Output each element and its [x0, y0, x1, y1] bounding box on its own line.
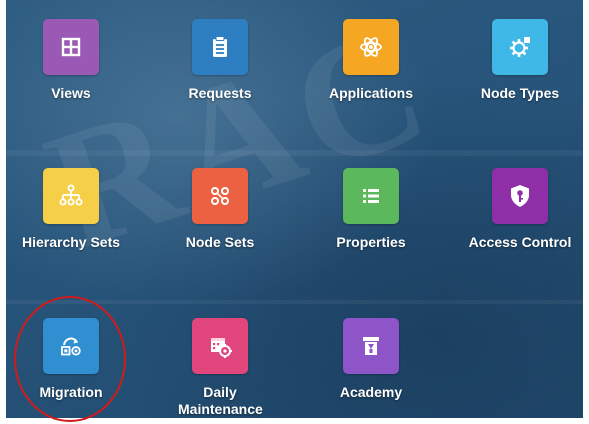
tile-node-types-label[interactable]: Node Types [460, 85, 580, 102]
calendar-gear-icon [211, 338, 232, 358]
tile-hierarchy-sets-label[interactable]: Hierarchy Sets [11, 234, 131, 251]
tile-node-types-icon-box[interactable] [492, 19, 548, 75]
clipboard-icon [213, 36, 227, 57]
tile-node-sets-icon-box[interactable] [192, 168, 248, 224]
tile-requests-icon-box[interactable] [192, 19, 248, 75]
tile-academy[interactable]: Academy [311, 318, 431, 401]
tile-applications-icon-box[interactable] [343, 19, 399, 75]
grid-icon [61, 37, 81, 57]
tile-views-label[interactable]: Views [11, 85, 131, 102]
shield-key-icon [511, 185, 529, 207]
tile-properties-icon-box[interactable] [343, 168, 399, 224]
tile-migration[interactable]: Migration [11, 318, 131, 401]
academy-icon [363, 337, 379, 355]
tile-node-sets-label[interactable]: Node Sets [160, 234, 280, 251]
tile-requests[interactable]: Requests [160, 19, 280, 102]
tile-properties-label[interactable]: Properties [311, 234, 431, 251]
tile-migration-label[interactable]: Migration [11, 384, 131, 401]
hierarchy-icon [59, 184, 83, 206]
tile-node-types[interactable]: Node Types [460, 19, 580, 102]
tile-hierarchy-sets-icon-box[interactable] [43, 168, 99, 224]
migration-icon [61, 337, 81, 356]
tile-migration-icon-box[interactable] [43, 318, 99, 374]
gear-node-icon [510, 37, 530, 57]
background-stripe [6, 150, 583, 156]
tile-access-control[interactable]: Access Control [460, 168, 580, 251]
background-stripe [6, 300, 583, 304]
tile-views-icon-box[interactable] [43, 19, 99, 75]
list-icon [363, 189, 379, 203]
tile-applications-label[interactable]: Applications [311, 85, 431, 102]
tile-academy-label[interactable]: Academy [311, 384, 431, 401]
atom-icon [360, 37, 382, 57]
tile-node-sets[interactable]: Node Sets [160, 168, 280, 251]
tile-access-control-icon-box[interactable] [492, 168, 548, 224]
tile-daily-maintenance-label[interactable]: Daily Maintenance [178, 384, 263, 418]
tile-applications[interactable]: Applications [311, 19, 431, 102]
tile-daily-maintenance[interactable]: Daily Maintenance [160, 318, 280, 418]
nodes-icon [211, 187, 229, 205]
tile-requests-label[interactable]: Requests [160, 85, 280, 102]
tile-access-control-label[interactable]: Access Control [460, 234, 580, 251]
tile-academy-icon-box[interactable] [343, 318, 399, 374]
tile-properties[interactable]: Properties [311, 168, 431, 251]
tile-views[interactable]: Views [11, 19, 131, 102]
screenshot-canvas: RAC Views Requests Applications Node Typ… [0, 0, 589, 424]
tile-daily-maintenance-icon-box[interactable] [192, 318, 248, 374]
tile-hierarchy-sets[interactable]: Hierarchy Sets [11, 168, 131, 251]
